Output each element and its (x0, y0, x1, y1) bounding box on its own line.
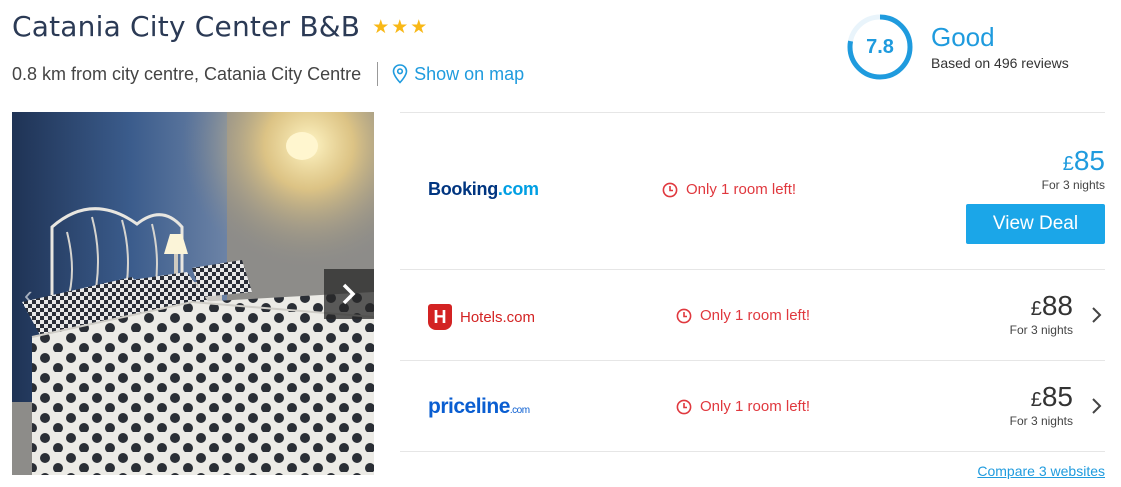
price-amount: 85 (1041, 381, 1073, 412)
rating-score: 7.8 (866, 35, 894, 58)
nights-label: For 3 nights (1009, 414, 1073, 428)
divider (377, 62, 379, 86)
chevron-right-icon (342, 283, 356, 305)
hotels-logo-text: Hotels.com (460, 308, 536, 326)
price-box: £85 For 3 nights (1009, 383, 1073, 429)
availability-text: Only 1 room left! (700, 307, 811, 324)
chevron-right-icon[interactable] (1091, 397, 1103, 415)
nights-label: For 3 nights (1009, 323, 1073, 337)
view-deal-button[interactable]: View Deal (966, 204, 1105, 244)
availability-text: Only 1 room left! (686, 181, 797, 198)
deal-row-hotels[interactable]: H Hotels.com Only 1 room left! £88 For 3 … (400, 270, 1105, 361)
deal-row-priceline[interactable]: priceline.com Only 1 room left! £85 For … (400, 361, 1105, 452)
chevron-left-icon[interactable]: ‹ (24, 280, 33, 311)
hotel-photo[interactable]: ‹ (12, 112, 374, 475)
priceline-logo-text: priceline (428, 395, 510, 418)
booking-logo-text: Booking (428, 179, 498, 199)
show-on-map-link[interactable]: Show on map (392, 64, 524, 85)
clock-icon (662, 182, 678, 197)
availability-text: Only 1 room left! (700, 398, 811, 415)
chevron-right-icon[interactable] (1091, 306, 1103, 324)
booking-logo-suffix: .com (497, 179, 539, 199)
price-amount: 85 (1073, 145, 1105, 176)
show-on-map-label: Show on map (414, 63, 525, 84)
currency-symbol: £ (1030, 389, 1042, 411)
review-count: Based on 496 reviews (931, 54, 1069, 71)
hotels-h-icon: H (428, 304, 452, 330)
review-rating[interactable]: 7.8 Good Based on 496 reviews (846, 13, 1069, 81)
provider-logo-hotels: H Hotels.com (428, 304, 535, 330)
star-icon: ★ (372, 17, 390, 38)
deals-list: Booking.com Only 1 room left! £85 For 3 … (400, 112, 1105, 452)
rating-label: Good (931, 22, 995, 53)
currency-symbol: £ (1030, 298, 1042, 320)
compare-websites-link[interactable]: Compare 3 websites (977, 463, 1105, 479)
price: £88 (1010, 292, 1073, 320)
provider-logo-booking: Booking.com (428, 179, 539, 200)
location-text: 0.8 km from city centre, Catania City Ce… (12, 63, 362, 84)
map-pin-icon (392, 64, 408, 84)
availability-alert: Only 1 room left! (676, 398, 810, 415)
currency-symbol: £ (1062, 153, 1074, 175)
price-box: £85 For 3 nights (1041, 147, 1105, 193)
provider-logo-priceline: priceline.com (428, 395, 530, 419)
price: £85 (1042, 147, 1105, 175)
deal-row-booking[interactable]: Booking.com Only 1 room left! £85 For 3 … (400, 113, 1105, 270)
carousel-next-button[interactable] (324, 269, 374, 319)
star-icon: ★ (410, 17, 428, 38)
hotel-name: Catania City Center B&B (12, 10, 361, 43)
price: £85 (1010, 383, 1073, 411)
rating-score-ring: 7.8 (846, 13, 914, 81)
hotel-header: Catania City Center B&B ★ ★ ★ (12, 10, 427, 43)
availability-alert: Only 1 room left! (662, 181, 796, 198)
nights-label: For 3 nights (1041, 178, 1105, 192)
priceline-logo-suffix: .com (509, 405, 530, 416)
star-rating: ★ ★ ★ (372, 18, 427, 37)
star-icon: ★ (391, 17, 409, 38)
location-row: 0.8 km from city centre, Catania City Ce… (12, 62, 524, 86)
clock-icon (676, 308, 692, 323)
price-amount: 88 (1041, 290, 1073, 321)
availability-alert: Only 1 room left! (676, 307, 810, 324)
clock-icon (676, 399, 692, 414)
price-box: £88 For 3 nights (1009, 292, 1073, 338)
